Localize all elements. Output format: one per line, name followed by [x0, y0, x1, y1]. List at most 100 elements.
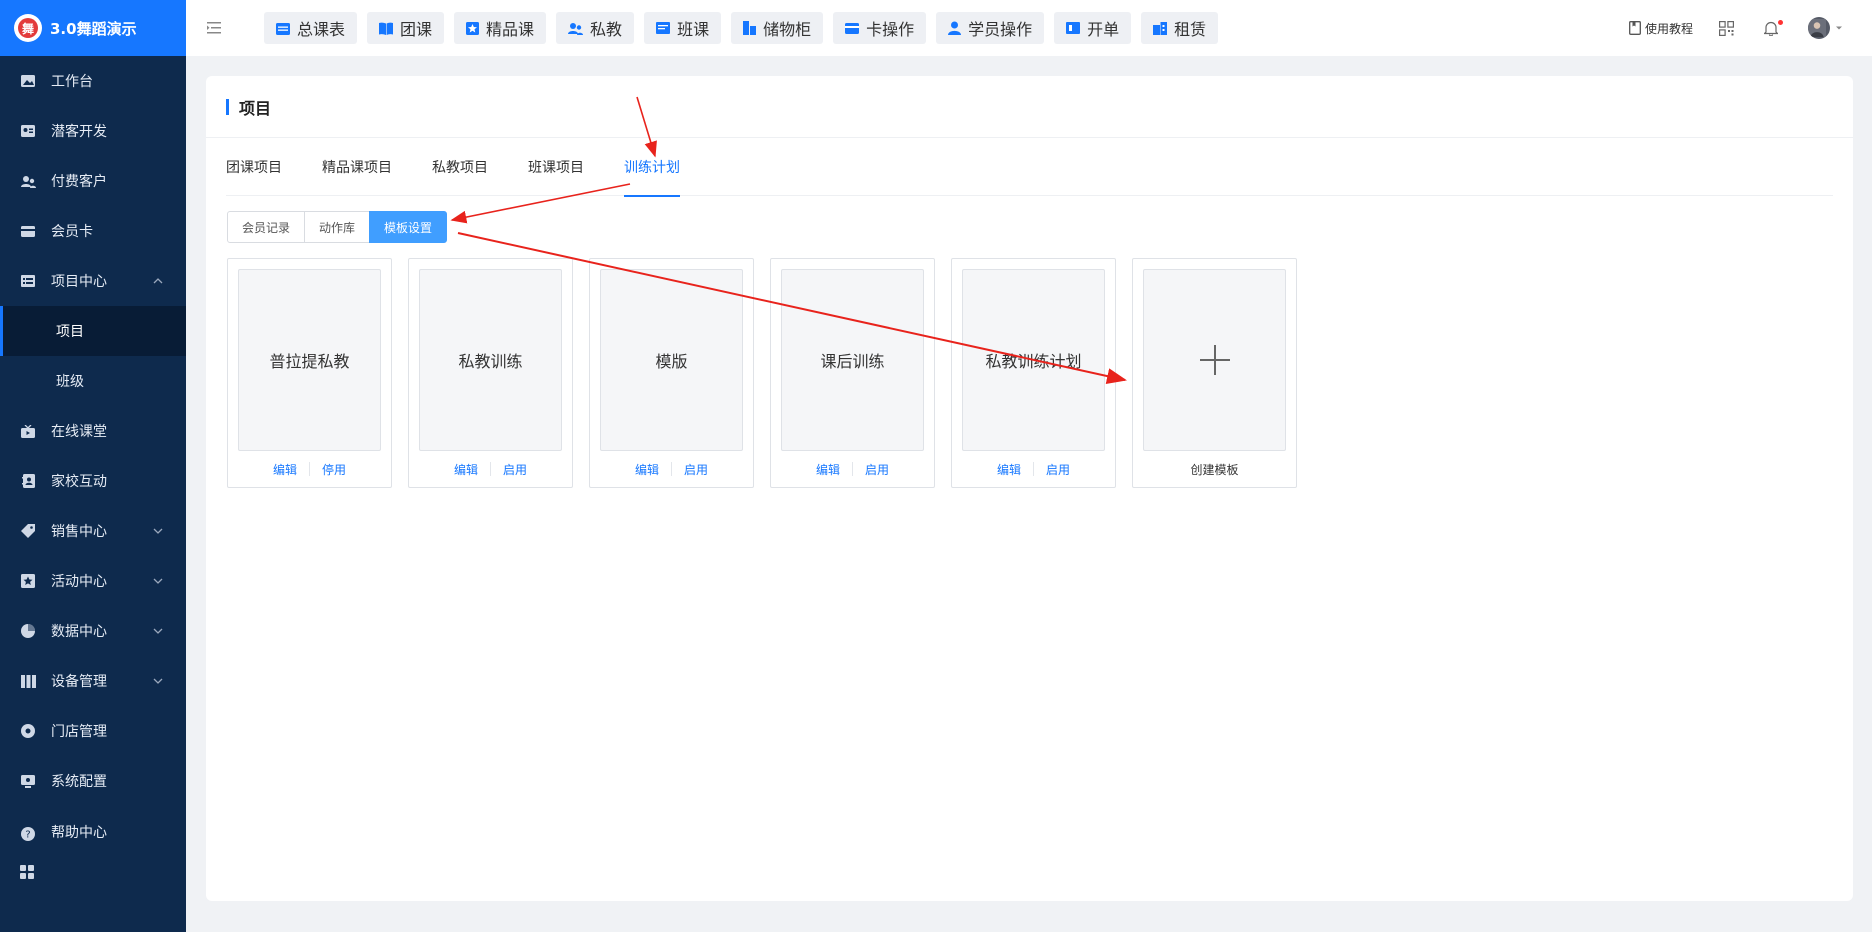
sidebar-item-label: 潜客开发 — [51, 124, 107, 140]
template-cover[interactable]: 私教训练 — [419, 269, 562, 451]
nav-button-label: 卡操作 — [866, 20, 915, 39]
qr-code-button[interactable] — [1719, 20, 1738, 36]
card-icon — [20, 223, 36, 239]
template-edit-link[interactable]: 编辑 — [985, 461, 1033, 478]
book-outline-icon — [1629, 21, 1641, 35]
notification-button[interactable] — [1764, 19, 1783, 36]
template-edit-link[interactable]: 编辑 — [623, 461, 671, 478]
app-grid-button[interactable] — [0, 856, 186, 892]
create-template-label[interactable]: 创建模板 — [1190, 461, 1238, 478]
sidebar-item-class[interactable]: 班级 — [0, 356, 186, 406]
nav-premium-class-button[interactable]: 精品课 — [454, 12, 547, 44]
segment-exercise-library[interactable]: 动作库 — [304, 211, 371, 243]
sidebar-item-device-management[interactable]: 设备管理 — [0, 656, 186, 706]
segment-member-records[interactable]: 会员记录 — [227, 211, 306, 243]
template-toggle-link[interactable]: 启用 — [672, 461, 720, 478]
sidebar-item-label: 项目 — [56, 324, 84, 340]
sidebar-item-label: 工作台 — [51, 74, 93, 90]
sidebar-item-prospects[interactable]: 潜客开发 — [0, 106, 186, 156]
tutorial-link[interactable]: 使用教程 — [1629, 20, 1693, 37]
sidebar-item-paid-customers[interactable]: 付费客户 — [0, 156, 186, 206]
template-toggle-link[interactable]: 停用 — [310, 461, 358, 478]
nav-total-schedule-button[interactable]: 总课表 — [264, 12, 358, 44]
tab-private-projects[interactable]: 私教项目 — [432, 138, 488, 196]
sidebar-item-sales-center[interactable]: 销售中心 — [0, 506, 186, 556]
sidebar-item-label: 会员卡 — [51, 224, 93, 240]
nav-rental-button[interactable]: 租赁 — [1141, 12, 1219, 44]
sidebar-item-activity-center[interactable]: 活动中心 — [0, 556, 186, 606]
template-actions: 编辑 停用 — [228, 461, 391, 477]
plus-icon — [1199, 345, 1230, 375]
id-card-icon — [20, 123, 36, 139]
template-list: 普拉提私教 编辑 停用 私教训练 编辑 启用 模版 编辑 启用 课后训练 编辑 … — [227, 258, 1313, 488]
nav-card-operation-button[interactable]: 卡操作 — [833, 12, 927, 44]
sidebar-item-system-config[interactable]: 系统配置 — [0, 756, 186, 806]
menu-collapse-icon[interactable] — [206, 19, 224, 37]
nav-student-operation-button[interactable]: 学员操作 — [936, 12, 1045, 44]
monitor-icon — [20, 773, 36, 789]
notification-dot — [1778, 19, 1783, 25]
sidebar: 舞 3.0舞蹈演示 工作台 潜客开发 付费客户 会员卡 项目中心 项目 班级 在… — [0, 0, 186, 932]
qr-code-icon — [1719, 20, 1734, 36]
template-cover[interactable]: 课后训练 — [781, 269, 924, 451]
template-cover[interactable]: 私教训练计划 — [962, 269, 1105, 451]
nav-private-class-button[interactable]: 私教 — [556, 12, 635, 44]
nav-button-label: 总课表 — [297, 20, 346, 39]
sidebar-item-store-management[interactable]: 门店管理 — [0, 706, 186, 756]
page-title: 项目 — [239, 98, 272, 118]
nav-button-label: 开单 — [1087, 20, 1120, 39]
tv-icon — [20, 423, 36, 439]
sidebar-item-label: 系统配置 — [51, 774, 107, 790]
user-menu[interactable] — [1808, 17, 1848, 39]
nav-billing-button[interactable]: 开单 — [1054, 12, 1132, 44]
locker-icon — [743, 21, 757, 35]
tab-group-projects[interactable]: 团课项目 — [226, 138, 282, 196]
template-actions: 编辑 启用 — [952, 461, 1115, 477]
sidebar-item-workbench[interactable]: 工作台 — [0, 56, 186, 106]
sidebar-item-label: 项目中心 — [51, 274, 107, 290]
sidebar-item-help-center[interactable]: ? 帮助中心 — [0, 806, 186, 842]
sidebar-item-data-center[interactable]: 数据中心 — [0, 606, 186, 656]
template-card: 课后训练 编辑 启用 — [770, 258, 935, 488]
svg-text:?: ? — [25, 830, 30, 841]
users-icon — [20, 173, 36, 189]
segment-template-settings[interactable]: 模板设置 — [369, 211, 448, 243]
sidebar-item-online-class[interactable]: 在线课堂 — [0, 406, 186, 456]
sidebar-item-project-center[interactable]: 项目中心 — [0, 256, 186, 306]
board-icon — [656, 22, 671, 34]
nav-group-class-button[interactable]: 团课 — [367, 12, 445, 44]
brand[interactable]: 舞 3.0舞蹈演示 — [0, 0, 186, 56]
tab-training-plan[interactable]: 训练计划 — [624, 138, 680, 197]
content-card: 项目 团课项目 精品课项目 私教项目 班课项目 训练计划 会员记录 动作库 模板… — [206, 76, 1853, 901]
template-cover[interactable]: 普拉提私教 — [238, 269, 381, 451]
tab-premium-projects[interactable]: 精品课项目 — [322, 138, 392, 196]
chevron-down-icon — [152, 575, 164, 587]
template-edit-link[interactable]: 编辑 — [804, 461, 852, 478]
template-toggle-link[interactable]: 启用 — [853, 461, 901, 478]
chevron-up-icon — [152, 275, 164, 287]
badge-icon — [20, 573, 36, 589]
nav-button-label: 储物柜 — [763, 20, 812, 39]
project-tabs: 团课项目 精品课项目 私教项目 班课项目 训练计划 — [226, 138, 1833, 197]
template-cover[interactable]: 模版 — [600, 269, 743, 451]
sidebar-item-label: 销售中心 — [51, 524, 107, 540]
image-icon — [20, 73, 36, 89]
sidebar-item-label: 活动中心 — [51, 574, 107, 590]
sidebar-item-label: 设备管理 — [51, 674, 107, 690]
nav-class-course-button[interactable]: 班课 — [644, 12, 722, 44]
nav-locker-button[interactable]: 储物柜 — [731, 12, 824, 44]
create-template-button[interactable] — [1143, 269, 1286, 451]
template-toggle-link[interactable]: 启用 — [1034, 461, 1082, 478]
template-edit-link[interactable]: 编辑 — [442, 461, 490, 478]
template-toggle-link[interactable]: 启用 — [491, 461, 539, 478]
sidebar-item-member-card[interactable]: 会员卡 — [0, 206, 186, 256]
sidebar-item-home-school[interactable]: 家校互动 — [0, 456, 186, 506]
create-template-card[interactable]: 创建模板 — [1132, 258, 1297, 488]
template-edit-link[interactable]: 编辑 — [261, 461, 309, 478]
tab-class-projects[interactable]: 班课项目 — [528, 138, 584, 196]
target-icon — [20, 723, 36, 739]
chevron-down-icon — [152, 525, 164, 537]
card-icon — [845, 22, 860, 34]
calendar-icon — [276, 22, 290, 35]
sidebar-item-project[interactable]: 项目 — [0, 306, 186, 356]
